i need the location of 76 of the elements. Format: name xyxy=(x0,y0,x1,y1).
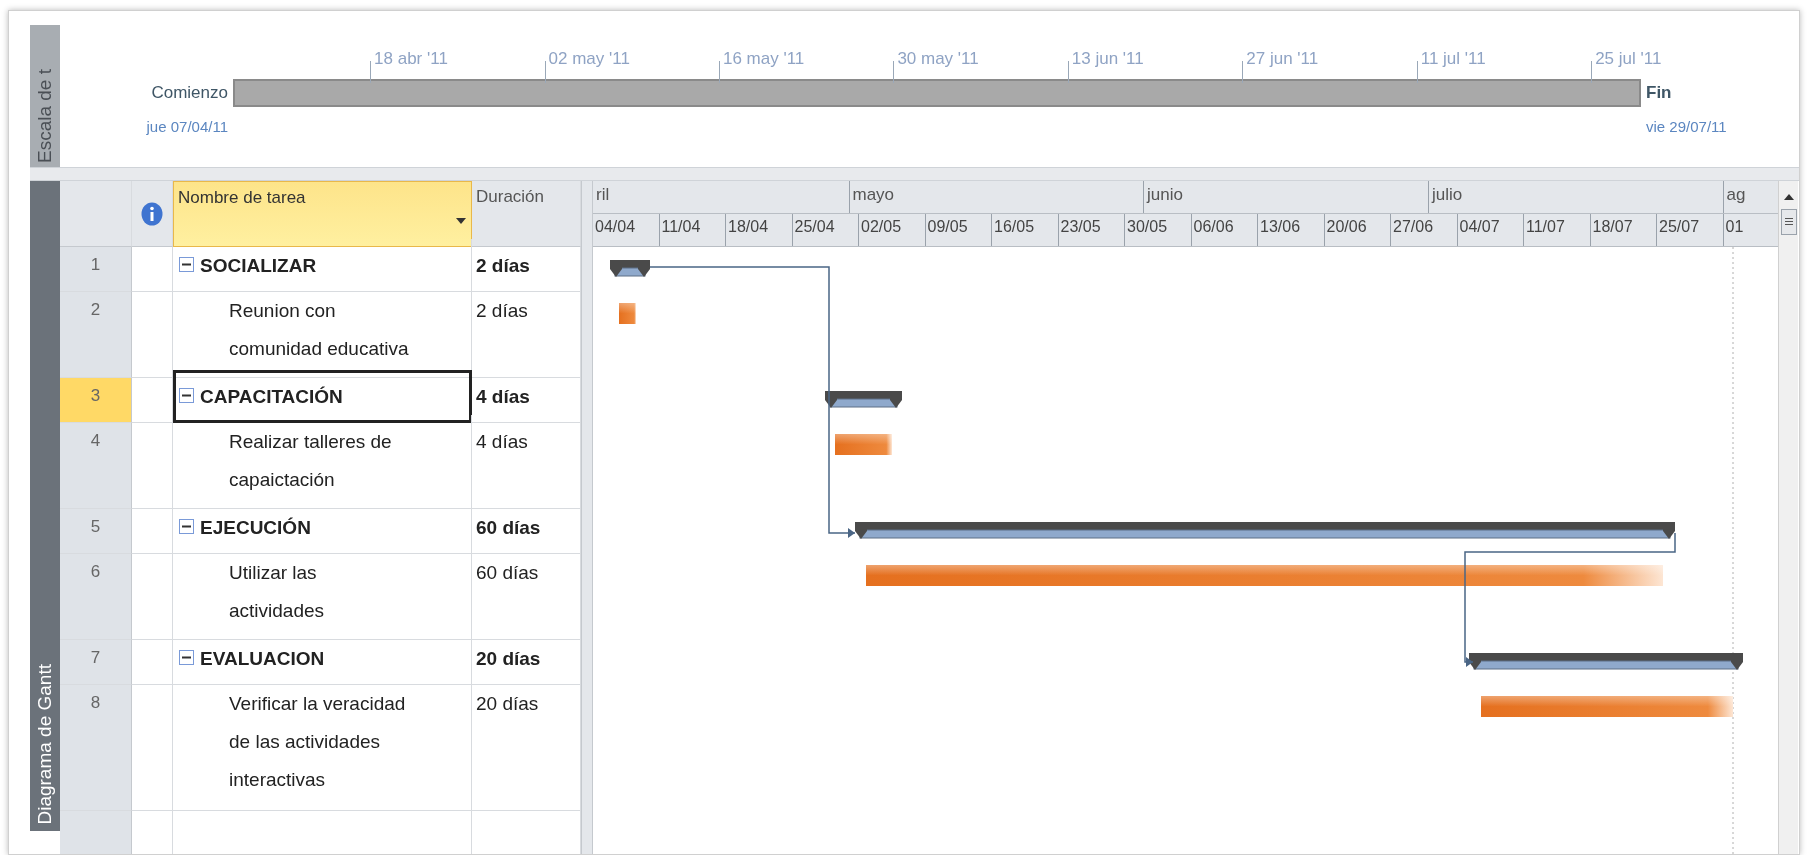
task-duration: 60 días xyxy=(476,517,541,538)
start-date: jue 07/04/11 xyxy=(146,117,228,135)
timescale-date: 30 may '11 xyxy=(897,49,979,69)
month-label: julio xyxy=(1432,185,1463,204)
task-duration: 20 días xyxy=(476,693,539,714)
task-name: SOCIALIZAR xyxy=(200,254,318,278)
side-tab-label: Diagrama de Gantt xyxy=(34,664,56,825)
finish-date: vie 29/07/11 xyxy=(1646,117,1728,135)
task-duration: 4 días xyxy=(476,431,528,452)
task-name: EVALUACION xyxy=(200,647,326,671)
week-label: 01 xyxy=(1725,218,1744,235)
row-number[interactable]: 4 xyxy=(60,423,132,509)
summary-bar[interactable] xyxy=(610,260,650,277)
row-number[interactable]: 1 xyxy=(60,247,132,292)
summary-bar[interactable] xyxy=(855,522,1675,539)
row-number[interactable]: 2 xyxy=(60,292,132,378)
week-label: 25/07 xyxy=(1659,218,1700,235)
dropdown-caret-icon[interactable] xyxy=(455,217,467,225)
week-label: 02/05 xyxy=(861,218,902,235)
row-number[interactable]: 5 xyxy=(60,509,132,554)
scrollbar[interactable] xyxy=(1778,181,1798,854)
week-label: 30/05 xyxy=(1127,218,1168,235)
task-duration: 20 días xyxy=(476,648,541,669)
week-label: 18/07 xyxy=(1592,218,1633,235)
timescale-date: 25 jul '11 xyxy=(1595,49,1662,69)
summary-bar[interactable] xyxy=(1469,653,1743,670)
task-duration: 4 días xyxy=(476,386,530,407)
timescale-date: 27 jun '11 xyxy=(1246,49,1319,69)
collapse-icon[interactable] xyxy=(179,519,194,534)
column-header[interactable]: Nombre de tarea xyxy=(173,181,472,247)
timescale-date: 02 may '11 xyxy=(548,49,630,69)
task-name: Utilizar las actividades xyxy=(229,561,326,623)
week-label: 27/06 xyxy=(1393,218,1434,235)
week-label: 06/06 xyxy=(1193,218,1234,235)
start-label: Comienzo xyxy=(151,83,228,103)
week-label: 20/06 xyxy=(1326,218,1367,235)
week-label: 11/07 xyxy=(1526,218,1565,235)
task-name: Verificar la veracidad de las actividades interactivas xyxy=(229,692,407,792)
task-name: CAPACITACIÓN xyxy=(200,385,344,409)
task-name: EJECUCIÓN xyxy=(200,516,312,540)
task-duration: 2 días xyxy=(476,255,530,276)
row-number[interactable]: 6 xyxy=(60,554,132,640)
timescale-date: 16 may '11 xyxy=(722,49,805,69)
finish-label: Fin xyxy=(1646,83,1673,103)
month-label: mayo xyxy=(852,185,895,204)
summary-bar[interactable] xyxy=(825,391,902,408)
month-label: ril xyxy=(596,185,610,204)
week-label: 18/04 xyxy=(728,218,769,235)
week-label: 04/04 xyxy=(595,218,636,235)
timescale-date: 11 jul '11 xyxy=(1420,49,1486,69)
week-label: 13/06 xyxy=(1260,218,1301,235)
row-number[interactable]: 8 xyxy=(60,685,132,811)
scroll-up-icon[interactable] xyxy=(1782,193,1795,201)
timescale-date: 18 abr '11 xyxy=(374,49,448,69)
info-icon xyxy=(141,201,163,226)
collapse-icon[interactable] xyxy=(179,388,194,403)
week-label: 16/05 xyxy=(994,218,1035,235)
column-header[interactable]: Duración xyxy=(472,181,581,247)
side-tab-label: Escala de t xyxy=(34,69,56,163)
task-duration: 60 días xyxy=(476,562,539,583)
collapse-icon[interactable] xyxy=(179,257,194,272)
task-name: Realizar talleres de capaictación xyxy=(229,430,393,492)
week-label: 23/05 xyxy=(1060,218,1101,235)
month-label: ag xyxy=(1726,185,1746,204)
week-label: 09/05 xyxy=(927,218,968,235)
month-label: junio xyxy=(1147,185,1183,204)
scrollbar-thumb[interactable] xyxy=(1780,209,1797,235)
row-number[interactable]: 7 xyxy=(60,640,132,685)
week-label: 11/04 xyxy=(661,218,701,235)
week-label: 25/04 xyxy=(794,218,835,235)
timescale-date: 13 jun '11 xyxy=(1071,49,1144,69)
row-number[interactable]: 3 xyxy=(60,378,132,423)
task-name: Reunion con comunidad educativa xyxy=(229,299,410,361)
collapse-icon[interactable] xyxy=(179,650,194,665)
task-duration: 2 días xyxy=(476,300,528,321)
week-label: 04/07 xyxy=(1459,218,1500,235)
